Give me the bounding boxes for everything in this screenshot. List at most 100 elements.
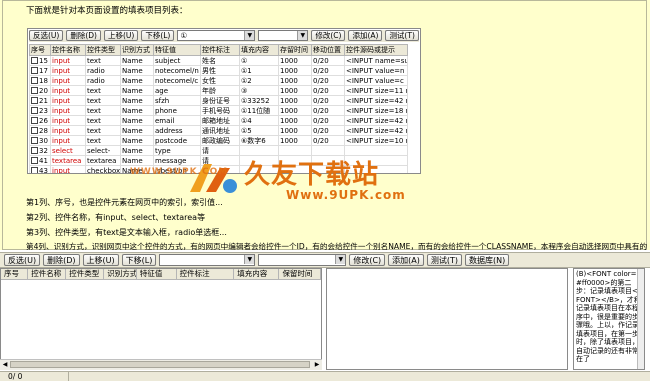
- add-button[interactable]: 添加(A): [388, 254, 424, 266]
- row-pos: 0/20: [311, 115, 345, 126]
- row-checkbox[interactable]: [31, 97, 38, 104]
- list-col-header[interactable]: 特征值: [137, 269, 177, 279]
- row-checkbox[interactable]: [31, 167, 38, 173]
- inner-delete-button[interactable]: 删除(D): [66, 30, 101, 41]
- note-line-3: 第3列、控件类型，有text是文本输入框，radio单选框...: [26, 228, 227, 237]
- chevron-down-icon: ▼: [244, 255, 255, 264]
- list-col-header[interactable]: 控件类型: [66, 269, 105, 279]
- secondary-select[interactable]: ▼: [258, 254, 347, 266]
- chevron-down-icon: ▼: [244, 31, 255, 40]
- row-checkbox[interactable]: [31, 67, 38, 74]
- move-down-button[interactable]: 下移(L): [121, 254, 157, 266]
- inner-select-2[interactable]: ▼: [258, 30, 309, 41]
- row-checkbox[interactable]: [31, 137, 38, 144]
- row-pos: 0/20: [311, 95, 345, 106]
- row-id: Name: [120, 55, 154, 66]
- form-items-list: 序号 控件名称 控件类型 识别方式 特征值 控件标注 填充内容 保留时间: [0, 268, 322, 370]
- list-col-header[interactable]: 序号: [1, 269, 29, 279]
- inner-table-row[interactable]: 15 input text Name subject 姓名 ① 1000 0/20 <INPUT …: [29, 55, 408, 66]
- inner-col-header[interactable]: 填充内容: [239, 44, 279, 56]
- row-ctl: input: [50, 85, 86, 96]
- row-src: <INPUT size=18 n: [344, 105, 408, 116]
- list-col-header[interactable]: 控件标注: [177, 269, 235, 279]
- row-checkbox[interactable]: [31, 87, 38, 94]
- scroll-left-icon[interactable]: ◀: [1, 361, 9, 369]
- inner-fill-select[interactable]: ① ▼: [177, 30, 256, 41]
- inner-move-up-button[interactable]: 上移(U): [103, 30, 139, 41]
- row-fill: ①4: [239, 115, 279, 126]
- list-col-header[interactable]: 填充内容: [234, 269, 280, 279]
- inner-table-row[interactable]: 20 input text Name age 年龄 ③ 1000 0/20 <INPUT size…: [29, 85, 408, 96]
- row-checkbox[interactable]: [31, 157, 38, 164]
- row-pos: 0/20: [311, 75, 345, 86]
- row-feat: postcode: [153, 135, 201, 146]
- row-index: 23: [39, 106, 48, 115]
- inner-col-header[interactable]: 序号: [29, 44, 51, 56]
- row-checkbox[interactable]: [31, 57, 38, 64]
- row-label: 年龄: [200, 85, 240, 96]
- scroll-right-icon[interactable]: ▶: [313, 361, 321, 369]
- inner-table-row[interactable]: 21 input text Name sfzh 身份证号 ①33252 1000 0/20 <IN…: [29, 95, 408, 106]
- row-checkbox[interactable]: [31, 127, 38, 134]
- row-index: 43: [39, 166, 48, 174]
- inner-table-row[interactable]: 26 input text Name email 邮箱地址 ①4 1000 0/20 <INPUT…: [29, 115, 408, 126]
- inner-table-row[interactable]: 17 input radio Name notecomel/n 男性 ①1 1000 0/20 <…: [29, 65, 408, 76]
- list-col-header[interactable]: 识别方式: [104, 269, 137, 279]
- inner-col-header[interactable]: 控件标注: [200, 44, 240, 56]
- inner-col-header[interactable]: 控件类型: [85, 44, 121, 56]
- row-ctl: input: [50, 95, 86, 106]
- row-checkbox[interactable]: [31, 147, 38, 154]
- inner-invert-button[interactable]: 反选(U): [29, 30, 64, 41]
- inner-col-header[interactable]: 特征值: [153, 44, 201, 56]
- inner-table-row[interactable]: 18 input radio Name notecomel/c 女性 ①2 1000 0/20 <…: [29, 75, 408, 86]
- watermark-url: Www.9UPK.com: [286, 188, 406, 202]
- row-type: checkbox: [85, 165, 121, 174]
- row-ctl: input: [50, 135, 86, 146]
- row-checkbox[interactable]: [31, 77, 38, 84]
- inner-add-button[interactable]: 添加(A): [348, 30, 383, 41]
- row-checkbox[interactable]: [31, 107, 38, 114]
- inner-col-header[interactable]: 控件源码或提示: [344, 44, 408, 56]
- list-col-header[interactable]: 控件名称: [28, 269, 67, 279]
- row-label: 身份证号: [200, 95, 240, 106]
- row-src: <INPUT size=42 n: [344, 125, 408, 136]
- row-type: radio: [85, 75, 121, 86]
- edit-button[interactable]: 修改(C): [349, 254, 386, 266]
- invert-button[interactable]: 反选(U): [4, 254, 41, 266]
- row-checkbox[interactable]: [31, 117, 38, 124]
- embedded-toolbar: 反选(U) 删除(D) 上移(U) 下移(L) ① ▼ ▼ 修改(C) 添加(A)…: [29, 30, 419, 42]
- row-src: <INPUT size=10 n: [344, 135, 408, 146]
- delete-button[interactable]: 删除(D): [43, 254, 80, 266]
- inner-edit-button[interactable]: 修改(C): [311, 30, 346, 41]
- inner-col-header[interactable]: 存留时间: [278, 44, 312, 56]
- row-id: Name: [120, 105, 154, 116]
- inner-col-header[interactable]: 识别方式: [120, 44, 154, 56]
- watermark-logo-icon: [190, 164, 237, 193]
- row-pos: 0/20: [311, 55, 345, 66]
- inner-table-row[interactable]: 28 input text Name address 通讯地址 ①5 1000 0/20 <INP…: [29, 125, 408, 136]
- row-ctl: input: [50, 105, 86, 116]
- list-col-header[interactable]: 保留时间: [279, 269, 321, 279]
- row-type: text: [85, 105, 121, 116]
- horizontal-scrollbar[interactable]: ◀ ▶: [0, 359, 322, 370]
- row-index: 21: [39, 96, 48, 105]
- database-button[interactable]: 数据库(N): [465, 254, 510, 266]
- row-id: Name: [120, 85, 154, 96]
- fill-content-select[interactable]: ▼: [159, 254, 256, 266]
- vertical-scrollbar[interactable]: [637, 269, 644, 369]
- row-type: text: [85, 55, 121, 66]
- detail-panel: [326, 268, 568, 370]
- test-button[interactable]: 测试(T): [426, 254, 463, 266]
- inner-col-header[interactable]: 移动位置: [311, 44, 345, 56]
- inner-table-row[interactable]: 30 input text Name postcode 邮政编码 ⑥数字6 1000 0/20 <…: [29, 135, 408, 146]
- inner-move-down-button[interactable]: 下移(L): [141, 30, 175, 41]
- source-code-panel[interactable]: (B)<FONT color=#ff0000>的第二步：记录填表项目</FONT…: [573, 268, 645, 370]
- move-up-button[interactable]: 上移(U): [82, 254, 119, 266]
- row-fill: ③: [239, 85, 279, 96]
- inner-table-row[interactable]: 23 input text Name phone 手机号码 ①11位随 1000 0/20 <IN…: [29, 105, 408, 116]
- chevron-down-icon: ▼: [297, 31, 308, 40]
- inner-test-button[interactable]: 测试(T): [385, 30, 419, 41]
- row-ctl: input: [50, 125, 86, 136]
- inner-col-header[interactable]: 控件名称: [50, 44, 86, 56]
- scroll-thumb[interactable]: [10, 361, 310, 368]
